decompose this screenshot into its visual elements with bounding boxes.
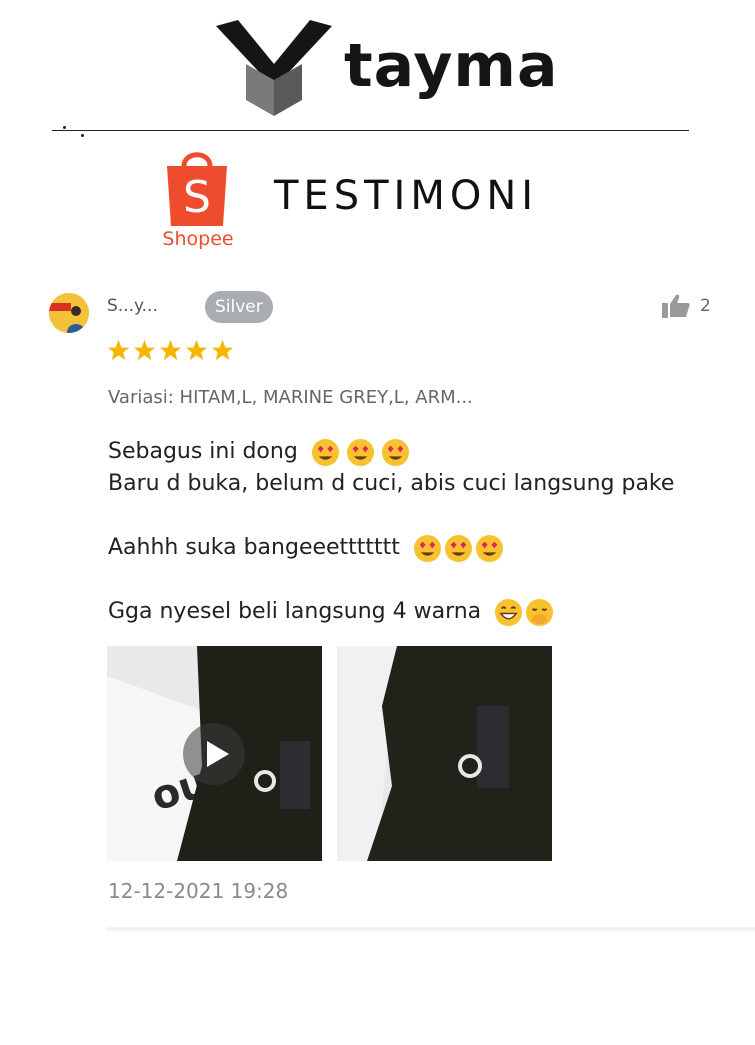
heart-eyes-emoji-icon xyxy=(311,438,339,466)
page-title: TESTIMONI xyxy=(274,173,539,219)
review-line: Sebagus ini dong xyxy=(108,436,728,468)
svg-text:S: S xyxy=(183,172,211,223)
star-rating xyxy=(107,339,234,362)
decorative-dot xyxy=(81,134,84,137)
play-button[interactable] xyxy=(183,723,245,785)
header-divider xyxy=(52,130,689,131)
star-icon xyxy=(107,339,130,361)
heart-eyes-emoji-icon xyxy=(413,534,441,562)
thumbs-up-icon[interactable] xyxy=(662,294,690,318)
tayma-logo-icon xyxy=(216,20,332,116)
review-line-text: Sebagus ini dong xyxy=(108,439,298,464)
review-photo-thumbnail[interactable] xyxy=(337,646,552,861)
star-icon xyxy=(159,339,182,361)
product-variation: Variasi: HITAM,L, MARINE GREY,L, ARM... xyxy=(108,387,473,408)
star-icon xyxy=(185,339,208,361)
review-line: Gga nyesel beli langsung 4 warna xyxy=(108,596,728,628)
brand-name: tayma xyxy=(344,31,559,101)
shopee-label: Shopee xyxy=(162,228,234,250)
review-divider xyxy=(107,927,755,931)
review-body: Sebagus ini dong Baru d buka, belum d cu… xyxy=(108,436,728,628)
emoji-group xyxy=(311,438,410,467)
heart-eyes-emoji-icon xyxy=(475,534,503,562)
avatar[interactable] xyxy=(49,293,89,333)
review-line-text: Aahhh suka bangeeettttttt xyxy=(108,535,400,560)
heart-eyes-emoji-icon xyxy=(381,438,409,466)
heart-eyes-emoji-icon xyxy=(346,438,374,466)
reviewer-username[interactable]: S...y... xyxy=(107,296,158,316)
review-line-text: Gga nyesel beli langsung 4 warna xyxy=(108,599,482,624)
like-count: 2 xyxy=(700,296,711,316)
decorative-dot xyxy=(63,126,66,129)
member-badge: Silver xyxy=(205,291,273,323)
review-line: Aahhh suka bangeeettttttt xyxy=(108,532,728,564)
review-timestamp: 12-12-2021 19:28 xyxy=(108,879,289,903)
grinning-emoji-icon xyxy=(495,598,523,626)
play-icon xyxy=(207,741,229,767)
shopee-bag-icon: S xyxy=(167,152,227,226)
review-video-thumbnail[interactable]: ou xyxy=(107,646,322,861)
star-icon xyxy=(133,339,156,361)
shy-giggle-emoji-icon xyxy=(526,598,554,626)
star-icon xyxy=(211,339,234,361)
heart-eyes-emoji-icon xyxy=(444,534,472,562)
emoji-group xyxy=(494,598,554,627)
review-line: Baru d buka, belum d cuci, abis cuci lan… xyxy=(108,471,675,496)
emoji-group xyxy=(413,534,504,563)
